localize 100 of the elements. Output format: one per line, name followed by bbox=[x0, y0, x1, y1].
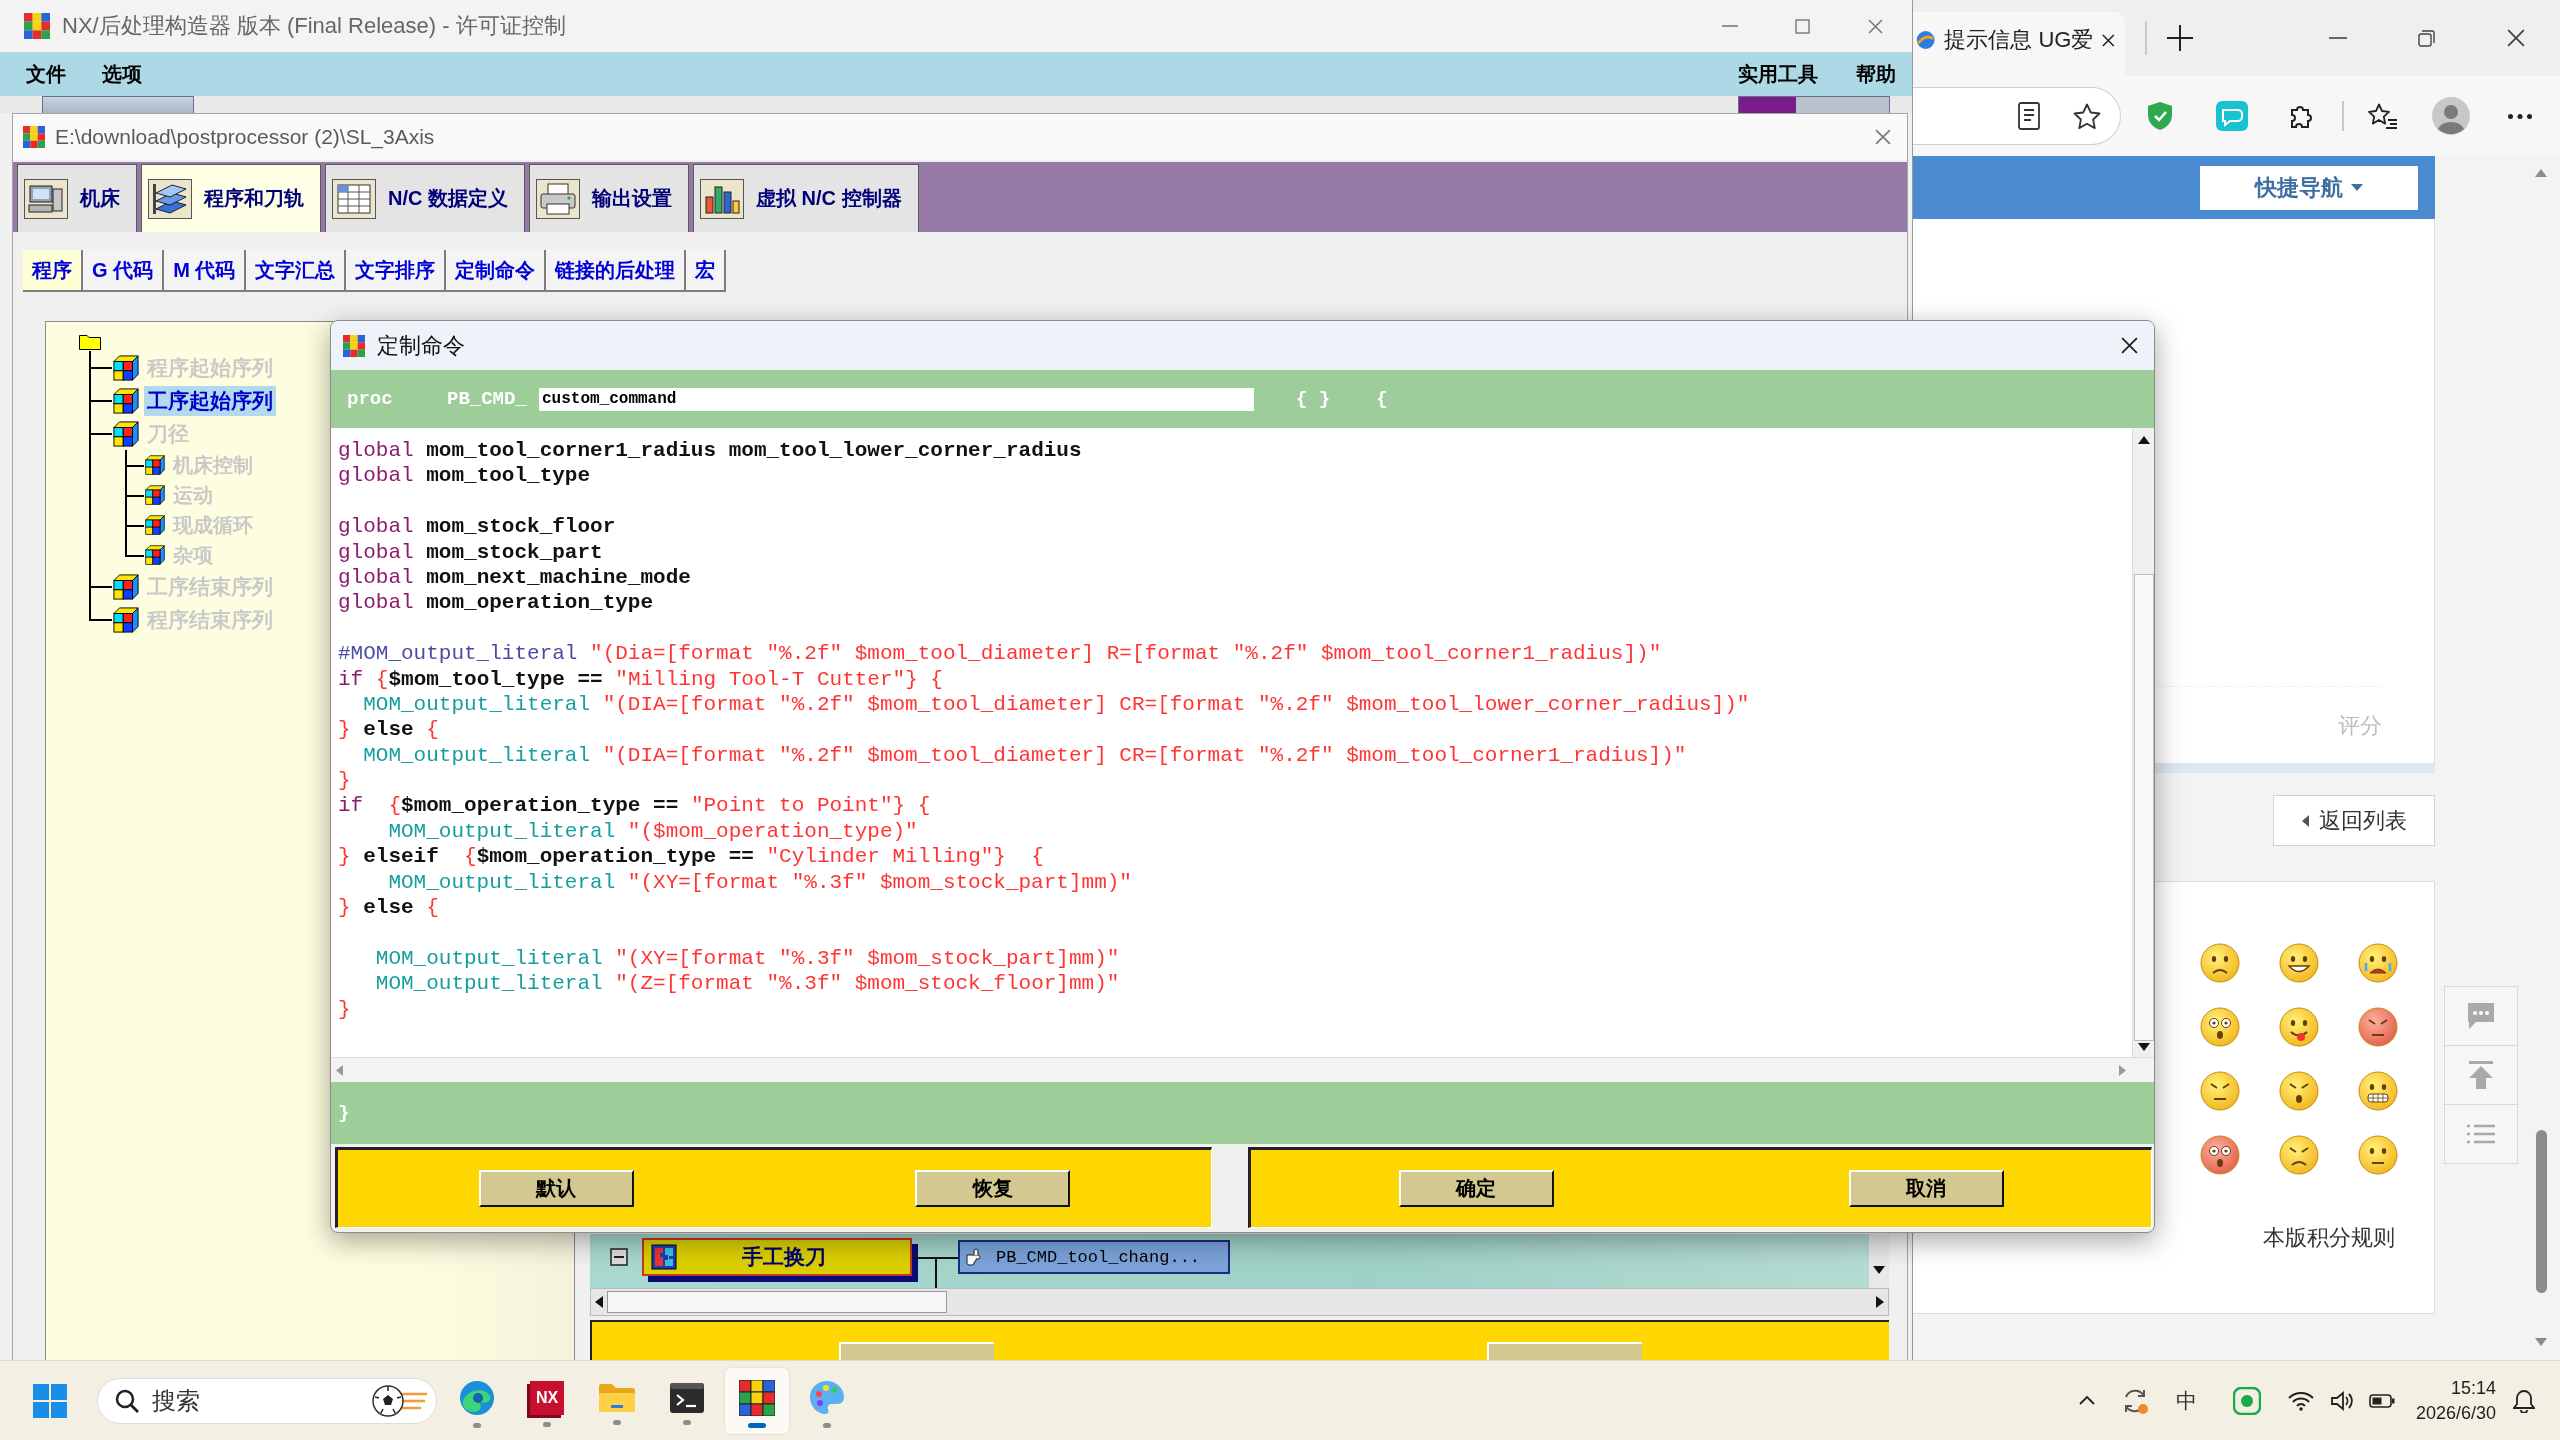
emoji-icon[interactable] bbox=[2279, 1071, 2319, 1111]
scrollbar[interactable] bbox=[590, 1288, 1889, 1316]
caret-icon bbox=[2351, 184, 2363, 191]
tab[interactable]: G 代码 bbox=[83, 250, 165, 292]
arrow-right-icon[interactable] bbox=[1876, 1296, 1884, 1308]
emoji-icon[interactable] bbox=[2279, 1007, 2319, 1047]
wifi-icon[interactable] bbox=[2287, 1390, 2314, 1411]
back-button[interactable]: 返回列表 bbox=[2273, 795, 2435, 846]
star-icon[interactable] bbox=[2073, 102, 2101, 130]
scrollbar-thumb[interactable] bbox=[2535, 1130, 2547, 1293]
taskbar-button[interactable]: NX bbox=[515, 1367, 579, 1434]
rules-link[interactable]: 本版积分规则 bbox=[2263, 1223, 2395, 1253]
emoji-icon[interactable] bbox=[2200, 1071, 2240, 1111]
tab[interactable]: 虚拟 N/C 控制器 bbox=[693, 164, 919, 232]
close-icon[interactable] bbox=[2121, 337, 2138, 354]
scrollbar[interactable] bbox=[2132, 428, 2154, 1057]
taskbar-button[interactable] bbox=[725, 1367, 789, 1434]
arrow-down-icon[interactable] bbox=[2137, 1043, 2150, 1051]
code-line: if {$mom_operation_type == "Point to Point"} { bbox=[338, 793, 931, 819]
args-braces: { } bbox=[1296, 388, 1331, 410]
grid-logo-icon bbox=[739, 1379, 775, 1416]
arrow-up-icon[interactable] bbox=[2137, 436, 2150, 444]
collapse-icon[interactable] bbox=[610, 1248, 628, 1266]
dialog-button[interactable]: 恢复 bbox=[915, 1170, 1071, 1207]
scrollbar-thumb[interactable] bbox=[2133, 574, 2154, 1041]
tab[interactable]: 文字汇总 bbox=[246, 250, 347, 292]
emoji-icon[interactable] bbox=[2279, 1135, 2319, 1175]
minimize-icon[interactable] bbox=[1721, 25, 1738, 27]
tab[interactable]: 链接的后处理 bbox=[546, 250, 687, 292]
battery-icon[interactable] bbox=[2368, 1393, 2395, 1408]
emoji-icon[interactable] bbox=[2358, 1007, 2398, 1047]
grid-logo-icon bbox=[23, 126, 45, 148]
window-title: E:\download\postprocessor (2)\SL_3Axis bbox=[55, 125, 435, 149]
code-line: } elseif {$mom_operation_type == "Cylinder Milling"} { bbox=[338, 844, 1044, 870]
tab[interactable]: 宏 bbox=[686, 250, 727, 292]
running-indicator bbox=[683, 1419, 691, 1425]
tab[interactable]: 程序和刀轨 bbox=[141, 164, 321, 232]
tab[interactable]: 输出设置 bbox=[529, 164, 689, 232]
menu-item[interactable]: 实用工具 bbox=[1738, 60, 1818, 88]
more-icon[interactable] bbox=[2508, 113, 2532, 119]
shield-icon[interactable] bbox=[2147, 101, 2173, 131]
name-field[interactable]: custom_command bbox=[539, 387, 1254, 411]
clock-time: 15:14 bbox=[2450, 1377, 2496, 1399]
tab[interactable]: 定制命令 bbox=[446, 250, 547, 292]
bar-chart-icon bbox=[700, 178, 744, 219]
menu-item[interactable]: 选项 bbox=[102, 60, 142, 88]
tab[interactable]: 文字排序 bbox=[346, 250, 447, 292]
emoji-icon[interactable] bbox=[2279, 943, 2319, 983]
emoji-icon[interactable] bbox=[2200, 1007, 2240, 1047]
reader-icon[interactable] bbox=[2018, 102, 2040, 130]
tab[interactable]: M 代码 bbox=[164, 250, 247, 292]
notification-icon[interactable] bbox=[2513, 1388, 2535, 1413]
address-bar[interactable] bbox=[1912, 87, 2121, 145]
emoji-icon[interactable] bbox=[2358, 943, 2398, 983]
scrollbar[interactable] bbox=[1869, 1234, 1889, 1288]
tab[interactable]: 机床 bbox=[17, 164, 137, 232]
menu-item[interactable]: 文件 bbox=[26, 60, 66, 88]
running-indicator bbox=[748, 1422, 766, 1428]
emoji-icon[interactable] bbox=[2200, 943, 2240, 983]
tree-item[interactable]: 工序起始序列 bbox=[144, 385, 276, 416]
cube-icon bbox=[113, 573, 139, 600]
input-method-indicator[interactable]: 中 bbox=[2176, 1386, 2198, 1415]
tab[interactable]: N/C 数据定义 bbox=[325, 164, 525, 232]
colored-blocks-icon bbox=[651, 1244, 677, 1270]
chevron-up-icon[interactable] bbox=[2078, 1396, 2095, 1405]
toolbar-button[interactable] bbox=[1738, 96, 1890, 113]
arrow-left-icon[interactable] bbox=[595, 1296, 603, 1308]
tab[interactable]: 程序 bbox=[23, 250, 83, 292]
close-icon[interactable] bbox=[2506, 29, 2525, 47]
minimize-icon[interactable] bbox=[2328, 37, 2347, 39]
proc-keyword: proc bbox=[347, 388, 394, 410]
search-field[interactable]: 搜索 bbox=[97, 1377, 437, 1424]
plus-icon[interactable] bbox=[2167, 25, 2193, 51]
command-node[interactable]: PB_CMD_tool_chang... bbox=[958, 1240, 1230, 1274]
avatar-icon[interactable] bbox=[2432, 97, 2470, 135]
clock[interactable]: 15:14 2026/6/30 bbox=[2401, 1377, 2502, 1424]
volume-icon[interactable] bbox=[2330, 1390, 2355, 1411]
restore-icon[interactable] bbox=[2418, 29, 2435, 47]
emoji-icon[interactable] bbox=[2358, 1071, 2398, 1111]
favorites-icon[interactable] bbox=[2368, 103, 2398, 129]
start-icon[interactable] bbox=[33, 1383, 67, 1418]
cube-icon bbox=[113, 606, 139, 633]
arrow-down-icon[interactable] bbox=[1873, 1266, 1885, 1274]
terminal-icon bbox=[670, 1382, 704, 1413]
tray-app-icon[interactable] bbox=[2232, 1386, 2261, 1415]
layers-icon bbox=[148, 178, 192, 219]
menu-item[interactable]: 帮助 bbox=[1856, 60, 1896, 88]
dialog-button[interactable]: 取消 bbox=[1848, 1170, 2004, 1207]
emoji-icon[interactable] bbox=[2358, 1135, 2398, 1175]
dialog-button[interactable]: 确定 bbox=[1398, 1170, 1554, 1207]
scrollbar-thumb[interactable] bbox=[607, 1291, 947, 1313]
nav-button[interactable]: 快捷导航 bbox=[2200, 165, 2418, 210]
toolbar-button[interactable] bbox=[42, 96, 194, 113]
browser-tab[interactable]: 提示信息 UG爱 bbox=[1912, 12, 2125, 76]
code-line: #MOM_output_literal "(Dia=[format "%.2f" $mom_tool_diameter] R=[format "%.2f" $mom_tool_corner1_radius])" bbox=[338, 641, 1662, 667]
comment-icon bbox=[2466, 1002, 2496, 1030]
emoji-icon[interactable] bbox=[2200, 1135, 2240, 1175]
computer-icon bbox=[24, 178, 68, 219]
dialog-button[interactable]: 默认 bbox=[478, 1170, 634, 1207]
browser-icon bbox=[459, 1379, 495, 1416]
